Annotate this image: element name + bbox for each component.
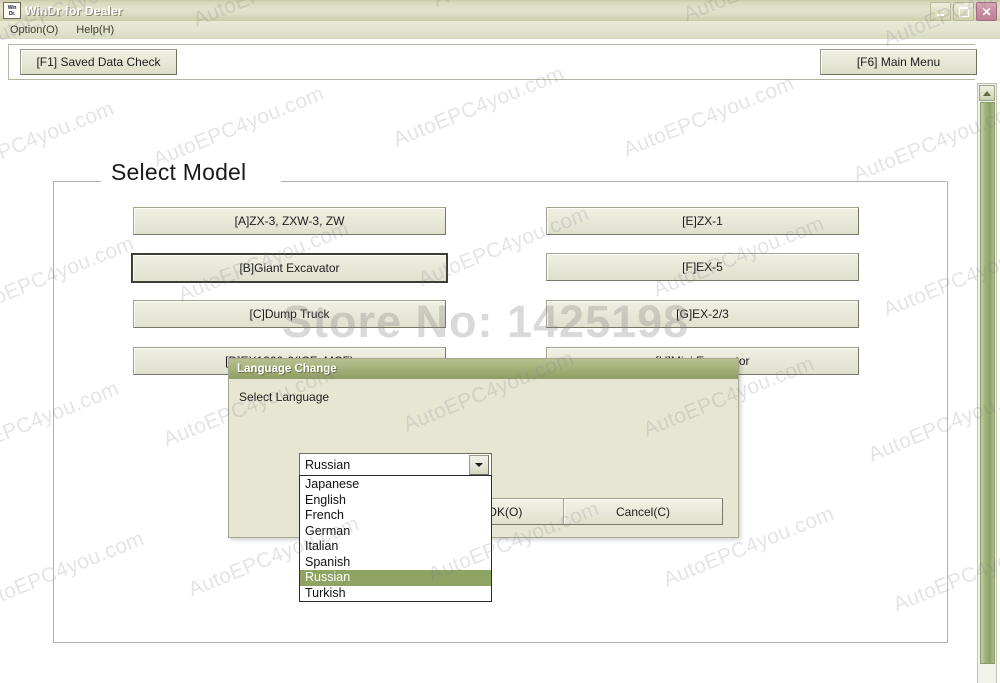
title-bar: Win Dr. WinDr for Dealer ✕ xyxy=(0,0,1000,21)
application-window: Win Dr. WinDr for Dealer ✕ Option(O) Hel… xyxy=(0,0,1000,683)
model-button-c[interactable]: [C]Dump Truck xyxy=(133,300,446,328)
dropdown-option[interactable]: German xyxy=(300,524,491,540)
dropdown-option[interactable]: Russian xyxy=(300,570,491,586)
language-combobox-value: Russian xyxy=(305,458,351,472)
menu-item-help[interactable]: Help(H) xyxy=(68,22,122,38)
toolbar: [F1] Saved Data Check [F6] Main Menu xyxy=(8,44,977,80)
minimize-button[interactable] xyxy=(930,2,951,21)
dropdown-option[interactable]: Spanish xyxy=(300,555,491,571)
saved-data-check-button[interactable]: [F1] Saved Data Check xyxy=(20,49,177,75)
dropdown-option[interactable]: Turkish xyxy=(300,586,491,602)
language-change-dialog: Language Change Select Language Russian … xyxy=(228,358,739,602)
model-button-f[interactable]: [F]EX-5 xyxy=(546,253,859,281)
dropdown-option[interactable]: French xyxy=(300,508,491,524)
chevron-up-icon xyxy=(983,90,991,96)
model-button-b[interactable]: [B]Giant Excavator xyxy=(131,253,448,283)
model-button-g[interactable]: [G]EX-2/3 xyxy=(546,300,859,328)
page-title: Select Model xyxy=(105,159,253,186)
vertical-scrollbar[interactable] xyxy=(977,83,997,683)
dropdown-option[interactable]: English xyxy=(300,493,491,509)
scrollbar-thumb[interactable] xyxy=(980,102,995,664)
menu-bar: Option(O) Help(H) xyxy=(0,21,1000,39)
dialog-title: Language Change xyxy=(229,359,738,379)
combobox-dropdown-button[interactable] xyxy=(469,455,489,475)
maximize-icon xyxy=(958,6,969,17)
model-button-a[interactable]: [A]ZX-3, ZXW-3, ZW xyxy=(133,207,446,235)
cancel-button[interactable]: Cancel(C) xyxy=(563,498,723,525)
close-button[interactable]: ✕ xyxy=(976,2,997,21)
language-dropdown-list[interactable]: Japanese English French German Italian Spanis… xyxy=(299,475,492,602)
window-title: WinDr for Dealer xyxy=(25,3,123,18)
select-language-label: Select Language xyxy=(239,390,330,404)
chevron-down-icon xyxy=(475,463,483,467)
app-icon-line2: Dr. xyxy=(8,10,16,17)
dropdown-option[interactable]: Japanese xyxy=(300,477,491,493)
maximize-button[interactable] xyxy=(953,2,974,21)
menu-item-option[interactable]: Option(O) xyxy=(2,22,66,38)
language-combobox[interactable]: Russian xyxy=(299,453,492,477)
window-controls: ✕ xyxy=(930,2,997,21)
minimize-icon xyxy=(937,13,944,16)
scroll-up-button[interactable] xyxy=(979,85,995,101)
model-button-e[interactable]: [E]ZX-1 xyxy=(546,207,859,235)
main-menu-button[interactable]: [F6] Main Menu xyxy=(820,49,977,75)
dropdown-option[interactable]: Italian xyxy=(300,539,491,555)
windr-app-icon: Win Dr. xyxy=(3,2,21,19)
